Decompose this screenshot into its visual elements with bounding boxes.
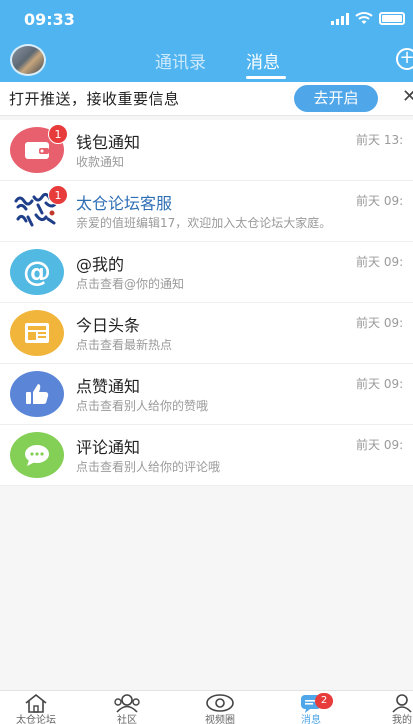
message-item-forum-service[interactable]: 1 太仓论坛客服 亲爱的值班编辑17，欢迎加入太仓论坛大家庭。 前天 09: [0, 181, 413, 242]
message-time: 前天 09: [356, 316, 404, 330]
message-item-wallet[interactable]: 1 钱包通知 收款通知 前天 13: [0, 120, 413, 181]
add-icon[interactable]: + [396, 48, 413, 70]
bottom-nav: 太仓论坛 社区 视频圈 2 消息 我的 [0, 690, 413, 724]
message-subtitle: 收款通知 [76, 155, 125, 169]
enable-push-button[interactable]: 去开启 [294, 85, 378, 112]
comment-icon [10, 432, 64, 478]
nav-label: 视频圈 [205, 715, 235, 724]
tab-active-indicator [246, 76, 286, 79]
tab-contacts[interactable]: 通讯录 [155, 48, 206, 73]
message-subtitle: 点击查看@你的通知 [76, 277, 185, 291]
community-icon [114, 694, 140, 713]
wifi-icon [355, 12, 373, 24]
status-bar: 09:33 [0, 8, 413, 32]
battery-icon [379, 11, 405, 25]
nav-label: 我的 [392, 715, 412, 724]
message-time: 前天 09: [356, 438, 404, 452]
nav-item-home[interactable]: 太仓论坛 [6, 691, 66, 724]
message-subtitle: 点击查看别人给你的赞哦 [76, 399, 209, 413]
status-icons [331, 11, 405, 25]
message-title: 太仓论坛客服 [76, 194, 173, 213]
nav-item-profile[interactable]: 我的 [372, 691, 413, 724]
at-icon: @ [10, 249, 64, 295]
news-icon [10, 310, 64, 356]
message-item-mentions[interactable]: @ @我的 点击查看@你的通知 前天 09: [0, 242, 413, 303]
message-title: @我的 [76, 255, 125, 274]
app-header: 09:33 通讯录 消息 + [0, 0, 413, 82]
nav-unread-badge: 2 [315, 693, 333, 709]
profile-icon [392, 694, 412, 713]
close-icon[interactable]: ✕ [402, 86, 413, 107]
unread-badge: 1 [48, 124, 68, 144]
message-time: 前天 09: [356, 255, 404, 269]
thumbs-up-icon [10, 371, 64, 417]
message-subtitle: 点击查看别人给你的评论哦 [76, 460, 221, 474]
message-subtitle: 亲爱的值班编辑17，欢迎加入太仓论坛大家庭。 [76, 216, 332, 230]
message-list: 1 钱包通知 收款通知 前天 13: 1 太仓论坛客服 亲爱的值班编辑17，欢迎… [0, 120, 413, 486]
nav-label: 社区 [117, 715, 137, 724]
message-item-headlines[interactable]: 今日头条 点击查看最新热点 前天 09: [0, 303, 413, 364]
message-time: 前天 13: [356, 133, 404, 147]
message-time: 前天 09: [356, 377, 404, 391]
signal-icon [331, 12, 349, 25]
nav-label: 太仓论坛 [16, 715, 56, 724]
nav-item-video[interactable]: 视频圈 [190, 691, 250, 724]
nav-item-messages[interactable]: 2 消息 [281, 691, 341, 724]
home-icon [25, 693, 47, 713]
message-item-comments[interactable]: 评论通知 点击查看别人给你的评论哦 前天 09: [0, 425, 413, 486]
message-title: 点赞通知 [76, 377, 141, 396]
message-subtitle: 点击查看最新热点 [76, 338, 173, 352]
nav-label: 消息 [301, 715, 321, 724]
message-time: 前天 09: [356, 194, 404, 208]
message-item-likes[interactable]: 点赞通知 点击查看别人给你的赞哦 前天 09: [0, 364, 413, 425]
nav-item-community[interactable]: 社区 [97, 691, 157, 724]
message-title: 今日头条 [76, 316, 141, 335]
tab-messages[interactable]: 消息 [246, 48, 280, 73]
status-time: 09:33 [24, 10, 75, 29]
push-banner: 打开推送，接收重要信息 去开启 ✕ [0, 82, 413, 116]
message-title: 评论通知 [76, 438, 141, 457]
video-icon [206, 694, 234, 712]
push-banner-text: 打开推送，接收重要信息 [9, 90, 180, 108]
tab-bar: 通讯录 消息 [0, 48, 413, 79]
unread-badge: 1 [48, 185, 68, 205]
message-title: 钱包通知 [76, 133, 141, 152]
